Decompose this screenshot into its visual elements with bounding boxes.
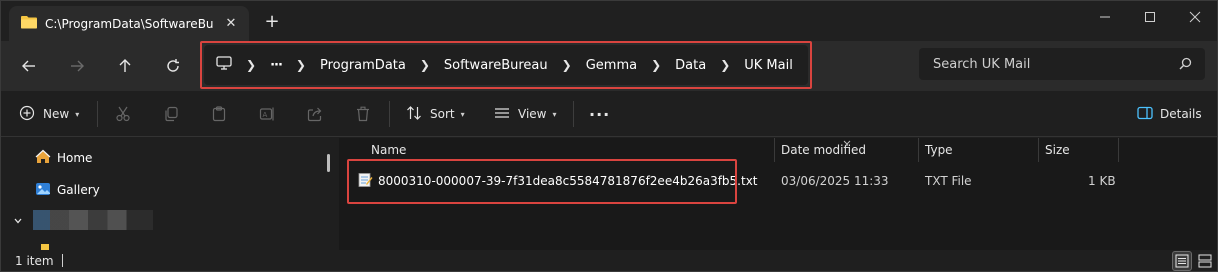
sidebar-item-label: Gallery bbox=[57, 183, 100, 197]
close-window-icon[interactable] bbox=[1185, 9, 1205, 25]
folder-icon bbox=[21, 15, 37, 32]
back-arrow-icon[interactable] bbox=[16, 53, 42, 79]
details-button[interactable]: Details bbox=[1137, 102, 1202, 126]
redacted-drive-item[interactable] bbox=[33, 210, 153, 230]
title-bar: C:\ProgramData\SoftwareBure ✕ + bbox=[1, 1, 1217, 41]
close-tab-icon[interactable]: ✕ bbox=[223, 15, 239, 31]
svg-text:A: A bbox=[263, 111, 268, 119]
minimize-icon[interactable] bbox=[1095, 9, 1115, 25]
chevron-down-icon: ▾ bbox=[460, 109, 465, 119]
view-lines-icon bbox=[494, 105, 510, 124]
sort-icon bbox=[406, 105, 422, 124]
paste-icon[interactable] bbox=[211, 102, 227, 126]
column-divider[interactable] bbox=[1038, 138, 1039, 162]
tiles-view-icon[interactable] bbox=[1195, 251, 1215, 271]
status-divider bbox=[62, 254, 63, 267]
address-highlight-box bbox=[200, 41, 812, 89]
tab-active[interactable]: C:\ProgramData\SoftwareBure ✕ bbox=[9, 6, 249, 41]
toolbar-divider bbox=[389, 101, 390, 127]
file-list: Name Date modified Type Size 8000310-000… bbox=[339, 138, 1217, 250]
gallery-icon bbox=[35, 181, 51, 200]
column-divider[interactable] bbox=[774, 138, 775, 162]
details-label: Details bbox=[1160, 107, 1202, 121]
column-header-type[interactable]: Type bbox=[925, 138, 953, 162]
column-header-date[interactable]: Date modified bbox=[781, 138, 866, 162]
item-count: 1 item bbox=[15, 254, 54, 268]
file-explorer-window: C:\ProgramData\SoftwareBure ✕ + ❯ ··· ❯ … bbox=[0, 0, 1218, 272]
view-button[interactable]: View ▾ bbox=[494, 102, 557, 126]
chevron-down-icon: ▾ bbox=[75, 109, 80, 119]
column-divider[interactable] bbox=[1118, 138, 1119, 162]
delete-icon[interactable] bbox=[355, 102, 371, 126]
chevron-down-icon[interactable] bbox=[13, 215, 23, 225]
cut-icon[interactable] bbox=[115, 102, 131, 126]
forward-arrow-icon[interactable] bbox=[64, 53, 90, 79]
more-options-button[interactable]: ··· bbox=[589, 102, 610, 126]
status-bar: 1 item bbox=[1, 250, 1217, 271]
sidebar-item-gallery[interactable]: Gallery bbox=[35, 180, 100, 200]
chevron-down-icon: ▾ bbox=[552, 109, 557, 119]
refresh-icon[interactable] bbox=[160, 53, 186, 79]
plus-circle-icon bbox=[19, 105, 35, 124]
file-type: TXT File bbox=[925, 174, 972, 188]
search-icon[interactable] bbox=[1177, 56, 1193, 72]
navigation-scrollbar[interactable] bbox=[327, 154, 330, 172]
view-label: View bbox=[518, 107, 547, 121]
new-button[interactable]: New ▾ bbox=[19, 102, 79, 126]
home-icon bbox=[35, 149, 51, 168]
file-date: 03/06/2025 11:33 bbox=[781, 174, 889, 188]
sidebar-item-home[interactable]: Home bbox=[35, 148, 92, 168]
sort-label: Sort bbox=[430, 107, 455, 121]
tab-title: C:\ProgramData\SoftwareBure bbox=[45, 16, 213, 31]
command-bar: New ▾ A Sort ▾ View ▾ ··· Details bbox=[1, 91, 1217, 137]
details-pane-icon bbox=[1137, 105, 1153, 124]
toolbar-divider bbox=[97, 101, 98, 127]
search-input[interactable]: Search UK Mail bbox=[919, 48, 1205, 80]
navigation-pane: Home Gallery bbox=[1, 138, 339, 250]
toolbar-divider bbox=[573, 101, 574, 127]
column-header-size[interactable]: Size bbox=[1045, 138, 1070, 162]
new-label: New bbox=[43, 107, 70, 121]
details-view-icon[interactable] bbox=[1172, 251, 1192, 271]
sort-button[interactable]: Sort ▾ bbox=[406, 102, 465, 126]
search-placeholder: Search UK Mail bbox=[933, 56, 1031, 72]
address-row: ❯ ··· ❯ ProgramData ❯ SoftwareBureau ❯ G… bbox=[1, 41, 1217, 91]
copy-icon[interactable] bbox=[163, 102, 179, 126]
file-size: 1 KB bbox=[1088, 174, 1116, 188]
share-icon[interactable] bbox=[307, 102, 323, 126]
up-arrow-icon[interactable] bbox=[112, 53, 138, 79]
column-divider[interactable] bbox=[918, 138, 919, 162]
rename-icon[interactable]: A bbox=[259, 102, 275, 126]
sidebar-item-label: Home bbox=[57, 151, 93, 165]
maximize-icon[interactable] bbox=[1140, 9, 1160, 25]
new-tab-button[interactable]: + bbox=[263, 13, 281, 31]
file-highlight-box bbox=[347, 159, 737, 204]
